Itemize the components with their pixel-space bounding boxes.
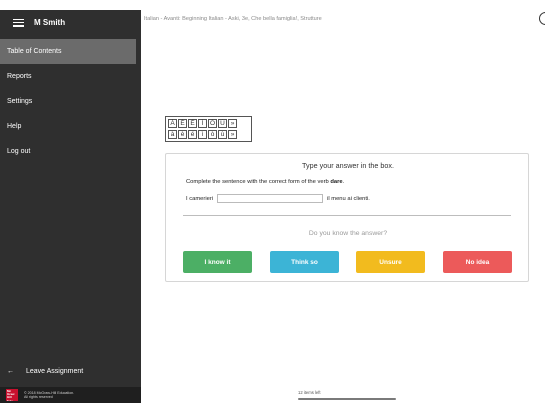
no-idea-button[interactable]: No idea (443, 251, 512, 273)
answer-input[interactable] (217, 194, 324, 203)
instruction-verb: dare (330, 179, 343, 185)
leave-assignment-label: Leave Assignment (26, 367, 84, 375)
key-guillemet-lower[interactable]: » (228, 130, 237, 139)
question-instruction: Complete the sentence with the correct f… (186, 179, 344, 185)
sidebar-item-log-out[interactable]: Log out (0, 139, 141, 164)
fill-in-sentence: I camerieri il menu ai clienti. (186, 194, 370, 203)
keypad-row-lowercase: à è é ì ò ù » (168, 130, 249, 139)
key-I-grave[interactable]: Ì (198, 119, 207, 128)
info-circle-icon[interactable] (539, 12, 545, 25)
key-u-grave[interactable]: ù (218, 130, 227, 139)
sentence-before: I camerieri (186, 195, 214, 202)
key-O-grave[interactable]: Ò (208, 119, 217, 128)
top-strip (0, 0, 545, 10)
breadcrumb: Italian - Avanti: Beginning Italian - As… (144, 16, 322, 22)
sidebar-item-reports[interactable]: Reports (0, 64, 141, 89)
key-o-grave[interactable]: ò (208, 130, 217, 139)
sidebar-footer: Mc Graw Hill Edu © 2018 McGraw-Hill Educ… (0, 387, 141, 403)
accent-keypad: À È É Ì Ò Ù » à è é ì ò ù » (165, 116, 252, 142)
divider (183, 215, 511, 216)
sidebar-item-table-of-contents[interactable]: Table of Contents (0, 39, 136, 64)
confidence-question: Do you know the answer? (308, 230, 388, 237)
sidebar: M Smith Table of Contents Reports Settin… (0, 10, 141, 403)
copyright-line-2: All rights reserved (24, 395, 53, 399)
unsure-button[interactable]: Unsure (356, 251, 425, 273)
sidebar-item-help[interactable]: Help (0, 114, 141, 139)
mcgraw-hill-logo: Mc Graw Hill Edu (6, 389, 18, 401)
arrow-left-icon: ← (7, 367, 14, 375)
keypad-row-uppercase: À È É Ì Ò Ù » (168, 119, 249, 128)
user-name: M Smith (34, 18, 66, 27)
sidebar-nav: Table of Contents Reports Settings Help … (0, 39, 141, 164)
i-know-it-button[interactable]: I know it (183, 251, 252, 273)
sidebar-item-settings[interactable]: Settings (0, 89, 141, 114)
progress-bar (298, 398, 396, 400)
key-guillemet[interactable]: » (228, 119, 237, 128)
key-a-grave[interactable]: à (168, 130, 177, 139)
instruction-prefix: Complete the sentence with the correct f… (186, 179, 331, 185)
sentence-after: il menu ai clienti. (327, 195, 370, 202)
sidebar-header: M Smith (0, 10, 141, 35)
key-A-grave[interactable]: À (168, 119, 177, 128)
think-so-button[interactable]: Think so (270, 251, 339, 273)
instruction-suffix: . (342, 179, 345, 185)
key-E-acute[interactable]: É (188, 119, 197, 128)
copyright-text: © 2018 McGraw-Hill Education. All rights… (24, 391, 74, 399)
key-U-grave[interactable]: Ù (218, 119, 227, 128)
key-E-grave[interactable]: È (178, 119, 187, 128)
question-prompt: Type your answer in the box. (302, 161, 394, 170)
items-left-text: 12 items left (298, 390, 321, 395)
hamburger-menu-icon[interactable] (13, 18, 24, 27)
key-e-grave[interactable]: è (178, 130, 187, 139)
key-i-grave[interactable]: ì (198, 130, 207, 139)
leave-assignment-button[interactable]: ← Leave Assignment (0, 362, 83, 380)
question-card: Type your answer in the box. Complete th… (165, 153, 529, 282)
key-e-acute[interactable]: é (188, 130, 197, 139)
